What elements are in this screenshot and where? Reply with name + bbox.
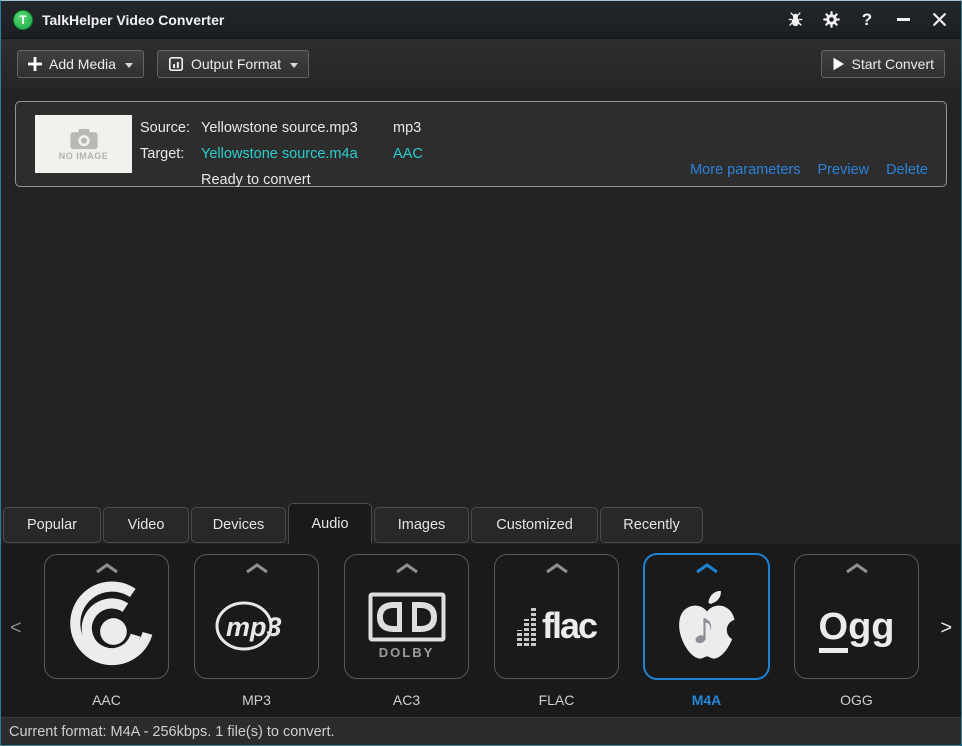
start-convert-button[interactable]: Start Convert — [821, 50, 945, 78]
tab-customized[interactable]: Customized — [471, 507, 598, 543]
minimize-button[interactable] — [893, 10, 913, 30]
add-media-button[interactable]: Add Media — [17, 50, 144, 78]
equalizer-bars-icon — [517, 606, 536, 646]
status-text: Current format: M4A - 256kbps. 1 file(s)… — [9, 724, 335, 740]
format-card-aac[interactable] — [44, 554, 169, 679]
carousel-prev-arrow[interactable]: < — [10, 618, 22, 638]
format-category-tabs: Popular Video Devices Audio Images Custo… — [1, 503, 961, 544]
help-icon[interactable]: ? — [857, 10, 877, 30]
close-button[interactable] — [929, 10, 949, 30]
start-convert-label: Start Convert — [852, 56, 934, 72]
tab-recently[interactable]: Recently — [600, 507, 703, 543]
format-card-ac3[interactable]: DOLBY — [344, 554, 469, 679]
flac-wordmark: flac — [542, 605, 596, 647]
delete-link[interactable]: Delete — [886, 162, 928, 178]
svg-text:mp3: mp3 — [226, 612, 282, 642]
no-image-label: NO IMAGE — [59, 151, 109, 161]
camera-icon — [69, 128, 99, 150]
tab-devices[interactable]: Devices — [191, 507, 286, 543]
caret-down-icon — [290, 63, 298, 68]
chevron-up-icon[interactable] — [694, 562, 720, 574]
dolby-logo-icon: DOLBY — [345, 574, 468, 678]
file-details: Source: Yellowstone source.mp3 mp3 Targe… — [140, 115, 423, 186]
play-icon — [832, 57, 845, 71]
aac-logo-icon — [45, 574, 168, 678]
minimize-icon — [897, 18, 910, 21]
target-filename[interactable]: Yellowstone source.m4a — [201, 141, 393, 167]
flac-logo-icon: flac — [495, 574, 618, 678]
preview-link[interactable]: Preview — [818, 162, 870, 178]
tab-images[interactable]: Images — [374, 507, 469, 543]
format-card-mp3[interactable]: mp3 — [194, 554, 319, 679]
mp3-logo-icon: mp3 — [195, 574, 318, 678]
output-format-button[interactable]: Output Format — [157, 50, 309, 78]
toolbar: Add Media Output Format Start Convert — [1, 39, 961, 89]
target-format[interactable]: AAC — [393, 141, 423, 167]
format-carousel: < > AAC mp3 — [1, 544, 961, 717]
status-bar: Current format: M4A - 256kbps. 1 file(s)… — [1, 717, 961, 745]
tab-audio[interactable]: Audio — [288, 503, 372, 544]
window-title: TalkHelper Video Converter — [42, 12, 224, 28]
source-label: Source: — [140, 115, 201, 141]
source-format: mp3 — [393, 115, 423, 141]
format-label-m4a: M4A — [644, 692, 769, 708]
format-card-m4a-selected[interactable] — [643, 553, 770, 680]
format-label-mp3: MP3 — [194, 692, 319, 708]
file-item-row[interactable]: NO IMAGE Source: Yellowstone source.mp3 … — [15, 101, 947, 187]
format-card-ogg[interactable]: Ogg — [794, 554, 919, 679]
thumbnail-placeholder: NO IMAGE — [35, 115, 132, 173]
carousel-next-arrow[interactable]: > — [940, 618, 952, 638]
chevron-up-icon[interactable] — [94, 562, 120, 574]
source-filename: Yellowstone source.mp3 — [201, 115, 393, 141]
ogg-logo-icon: Ogg — [795, 574, 918, 678]
target-label: Target: — [140, 141, 201, 167]
apple-logo-icon — [645, 574, 768, 678]
dolby-wordmark: DOLBY — [379, 645, 435, 660]
close-icon — [932, 12, 947, 27]
format-label-ogg: OGG — [794, 692, 919, 708]
tab-popular[interactable]: Popular — [3, 507, 101, 543]
more-parameters-link[interactable]: More parameters — [690, 162, 800, 178]
settings-gear-icon[interactable] — [821, 10, 841, 30]
format-card-flac[interactable]: flac — [494, 554, 619, 679]
app-window: T TalkHelper Video Converter — [0, 0, 962, 746]
titlebar: T TalkHelper Video Converter — [1, 1, 961, 39]
bug-report-icon[interactable] — [785, 10, 805, 30]
output-format-icon — [168, 56, 184, 72]
add-media-label: Add Media — [49, 56, 116, 72]
chevron-up-icon[interactable] — [244, 562, 270, 574]
plus-icon — [28, 57, 42, 71]
chevron-up-icon[interactable] — [844, 562, 870, 574]
format-label-aac: AAC — [44, 692, 169, 708]
format-label-ac3: AC3 — [344, 692, 469, 708]
caret-down-icon — [125, 63, 133, 68]
format-label-flac: FLAC — [494, 692, 619, 708]
chevron-up-icon[interactable] — [394, 562, 420, 574]
app-logo-icon: T — [13, 10, 33, 30]
file-list: NO IMAGE Source: Yellowstone source.mp3 … — [1, 89, 961, 503]
output-format-label: Output Format — [191, 56, 281, 72]
chevron-up-icon[interactable] — [544, 562, 570, 574]
convert-status: Ready to convert — [201, 167, 393, 193]
tab-video[interactable]: Video — [103, 507, 189, 543]
